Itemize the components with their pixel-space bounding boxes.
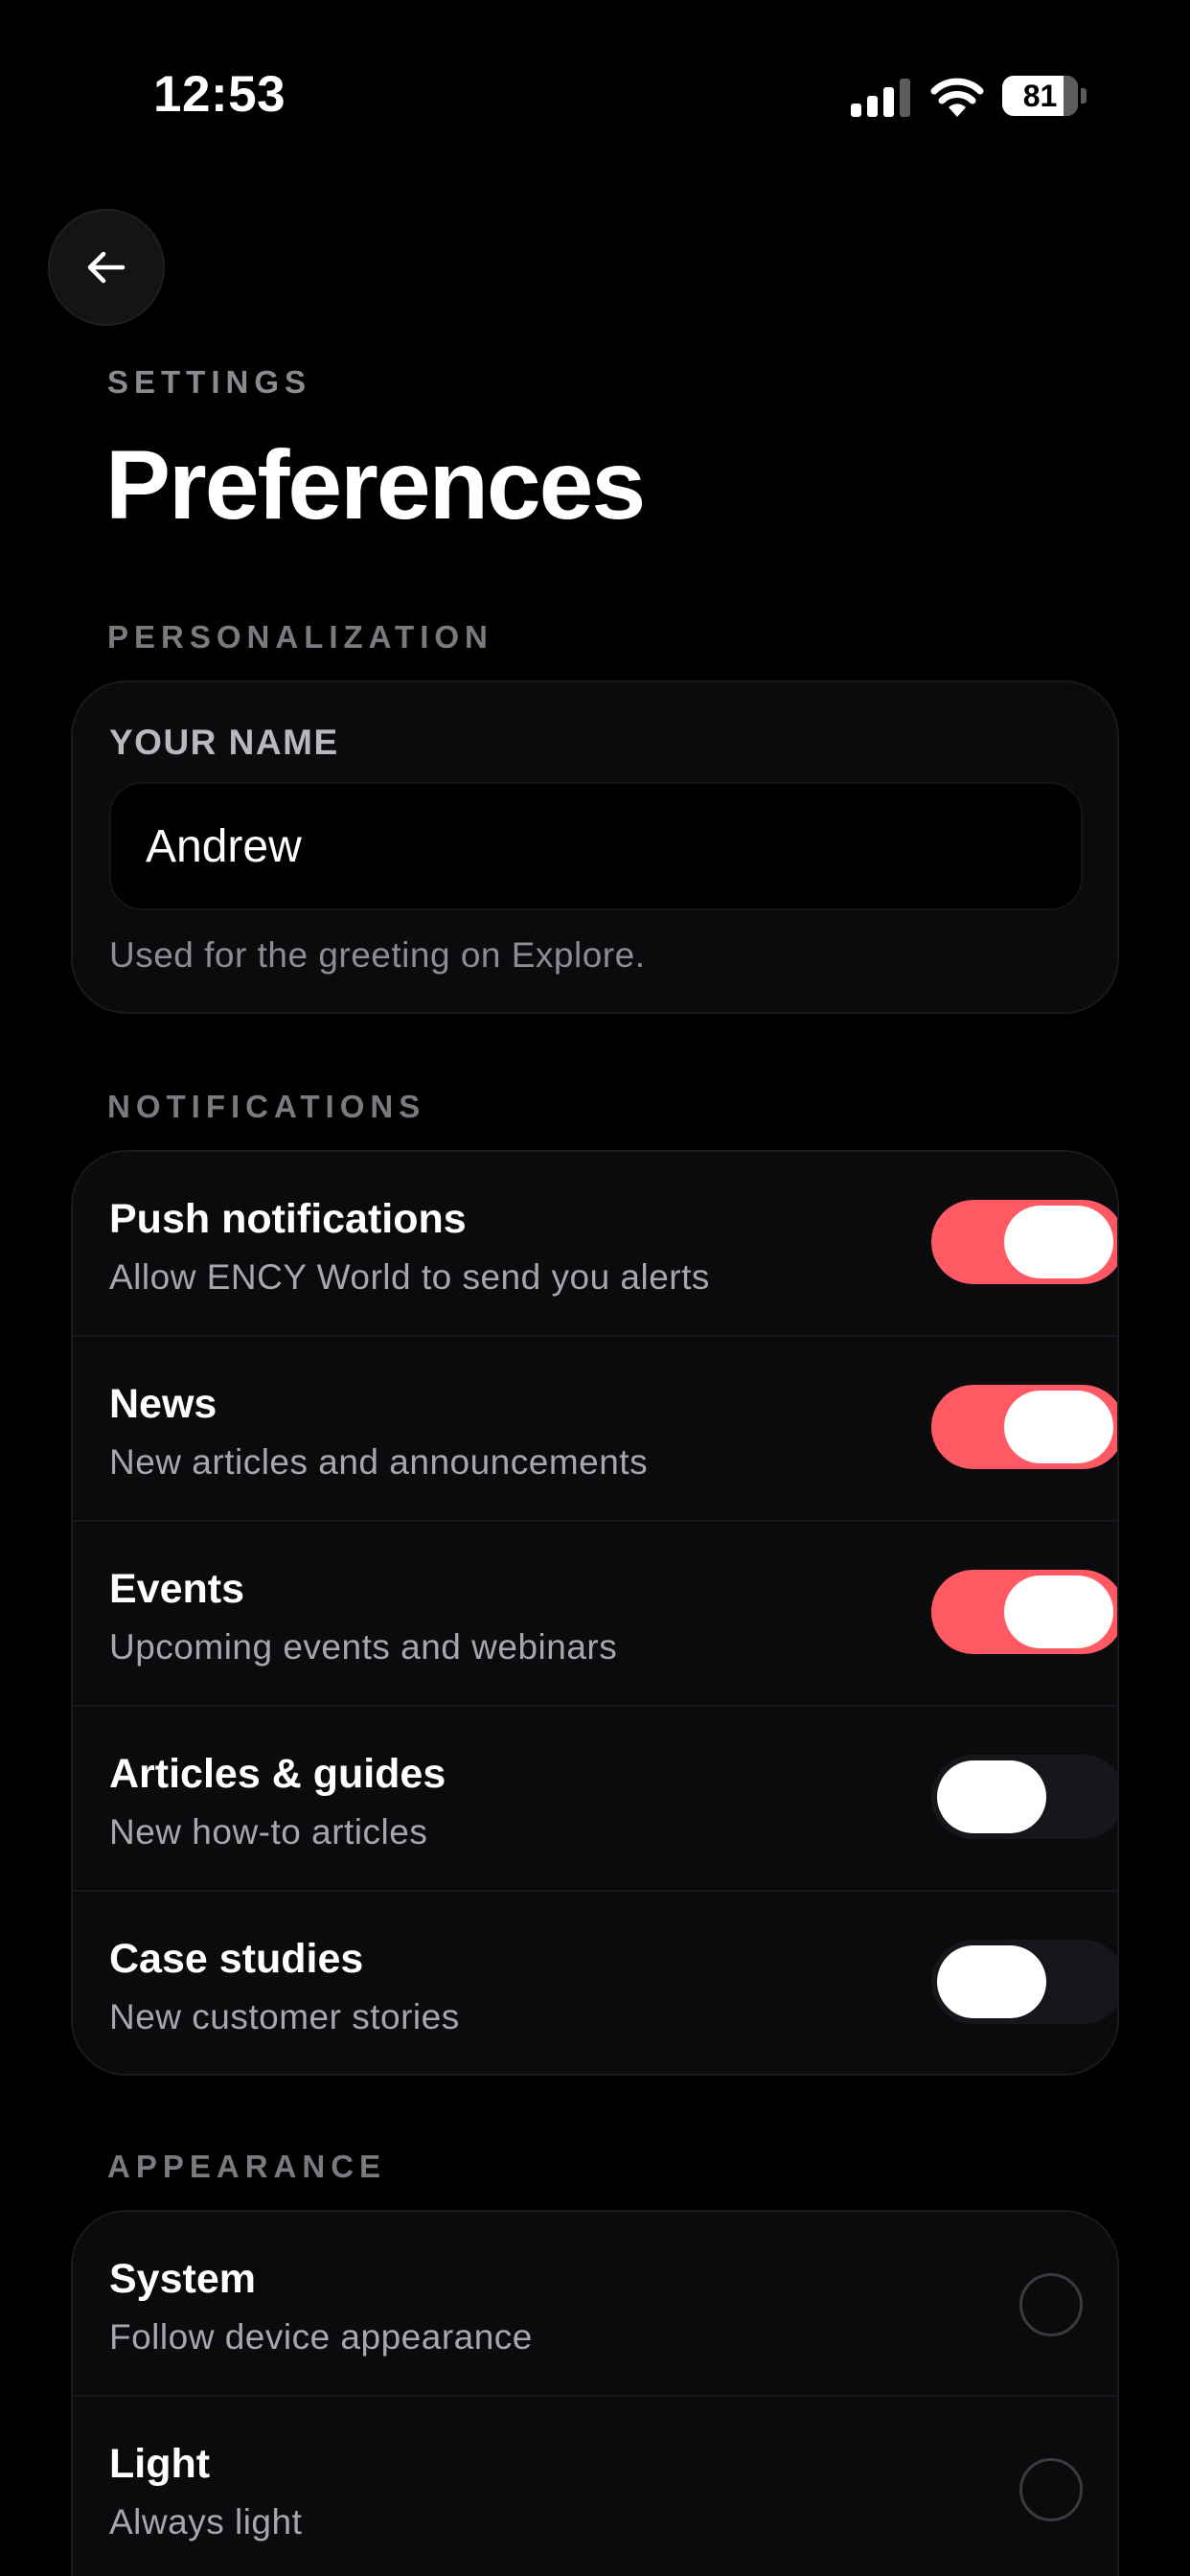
notification-row-push[interactable]: Push notifications Allow ENCY World to s… [73,1152,1117,1337]
events-toggle[interactable] [931,1570,1117,1654]
page-title: Preferences [105,430,646,540]
name-field-label: YOUR NAME [109,723,339,762]
battery-body: 81 [1002,76,1079,116]
case-studies-toggle[interactable] [931,1940,1117,2024]
toggle-knob [937,1760,1046,1833]
back-button[interactable] [48,209,165,326]
toggle-knob [1004,1391,1113,1463]
row-title: Push notifications [109,1196,467,1242]
row-title: Events [109,1566,245,1612]
name-input[interactable] [109,782,1083,910]
section-label-personalization: PERSONALIZATION [107,619,493,655]
notification-row-news[interactable]: News New articles and announcements [73,1337,1117,1522]
row-subtitle: Follow device appearance [109,2317,533,2357]
row-title: Articles & guides [109,1751,446,1797]
toggle-knob [937,1945,1046,2018]
page-eyebrow: SETTINGS [107,364,312,400]
notification-row-articles[interactable]: Articles & guides New how-to articles [73,1707,1117,1892]
arrow-left-icon [87,251,126,284]
battery-level: 81 [1022,78,1058,113]
appearance-card: System Follow device appearance Light Al… [71,2210,1119,2576]
row-title: Case studies [109,1936,364,1982]
push-notifications-toggle[interactable] [931,1200,1117,1284]
row-subtitle: Always light [109,2502,303,2542]
personalization-card: YOUR NAME Used for the greeting on Explo… [71,680,1119,1014]
light-radio[interactable] [1019,2458,1083,2521]
system-radio[interactable] [1019,2273,1083,2336]
section-label-notifications: NOTIFICATIONS [107,1089,426,1124]
row-title: News [109,1381,217,1427]
battery-tip [1081,88,1087,104]
appearance-option-light[interactable]: Light Always light [73,2397,1117,2576]
preferences-screen: 12:53 81 SETTINGS Preferences PERSONALIZ… [0,0,1190,2576]
row-title: Light [109,2441,211,2487]
news-toggle[interactable] [931,1385,1117,1469]
signal-icon [851,79,910,117]
row-subtitle: New how-to articles [109,1812,428,1852]
row-title: System [109,2256,256,2302]
status-time: 12:53 [153,66,286,123]
row-subtitle: New customer stories [109,1997,460,2036]
row-subtitle: Upcoming events and webinars [109,1627,618,1667]
section-label-appearance: APPEARANCE [107,2149,387,2184]
toggle-knob [1004,1576,1113,1648]
row-subtitle: New articles and announcements [109,1442,649,1482]
status-bar: 12:53 81 [0,0,1190,192]
row-subtitle: Allow ENCY World to send you alerts [109,1257,710,1297]
name-field-hint: Used for the greeting on Explore. [109,935,646,975]
wifi-icon [930,78,984,117]
appearance-option-system[interactable]: System Follow device appearance [73,2212,1117,2397]
battery-icon: 81 [1002,75,1087,117]
articles-guides-toggle[interactable] [931,1755,1117,1839]
notification-row-events[interactable]: Events Upcoming events and webinars [73,1522,1117,1707]
notifications-card: Push notifications Allow ENCY World to s… [71,1150,1119,2076]
toggle-knob [1004,1206,1113,1278]
notification-row-case-studies[interactable]: Case studies New customer stories [73,1892,1117,2074]
